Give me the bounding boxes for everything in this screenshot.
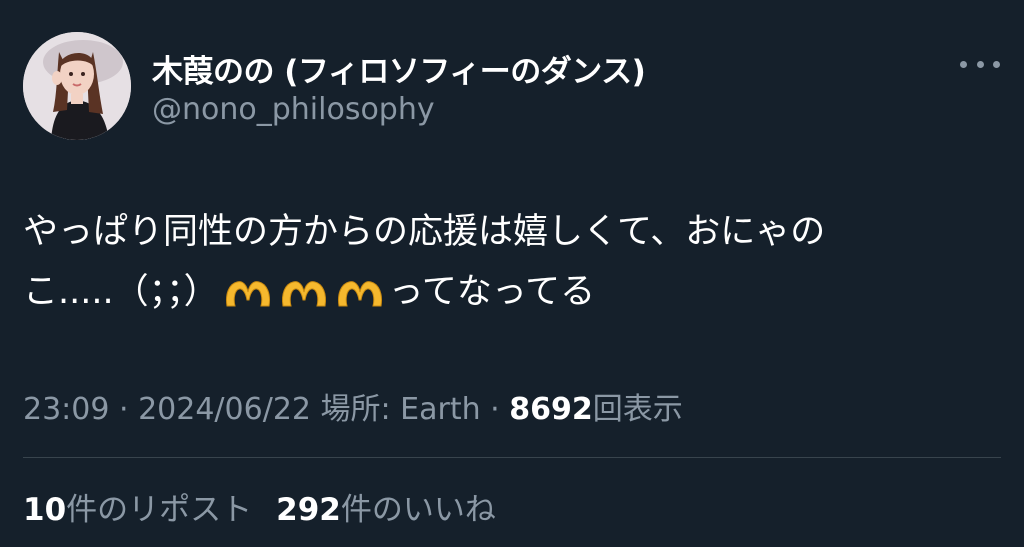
meta-separator: · [480,392,510,427]
more-dot [960,60,967,68]
views-count: 8692 [509,392,593,427]
engagement-stats: 10件のリポスト 292件のいいね [23,484,496,529]
display-name[interactable]: 木葭のの (フィロソフィーのダンス) [152,46,646,91]
tweet-text: やっぱり同性の方からの応援は嬉しくて、おにゃの こ.....（；；） ってなって… [23,202,983,322]
tweet-date[interactable]: 2024/06/22 [138,392,311,427]
likes-link[interactable]: 292件のいいね [276,492,496,528]
avatar-image [23,32,131,140]
likes-label: 件のいいね [340,492,496,528]
tweet-text-line-1: やっぱり同性の方からの応援は嬉しくて、おにゃの [23,212,826,252]
tweet-location: 場所: Earth [311,392,481,427]
divider [23,457,1001,458]
tweet-text-line-2: こ.....（；；） ってなってる [23,262,983,322]
more-options-icon[interactable] [960,52,1000,76]
heart-hands-icon [337,281,382,307]
heart-hands-icon [281,281,326,307]
likes-count: 292 [276,492,341,528]
reposts-label: 件のリポスト [66,492,253,528]
tweet-time[interactable]: 23:09 [23,392,109,427]
meta-separator: · [109,392,139,427]
reposts-count: 10 [23,492,67,528]
avatar[interactable] [23,32,131,140]
tweet-detail: 木葭のの (フィロソフィーのダンス) @nono_philosophy やっぱり… [0,0,1024,547]
tweet-text-line-2-suffix: ってなってる [388,272,596,312]
emoji-group [223,276,385,310]
more-dot [976,60,984,68]
views-label: 回表示 [592,392,683,427]
tweet-text-line-2-prefix: こ.....（；；） [23,272,219,312]
more-dot [993,60,1000,68]
heart-hands-icon [225,281,270,307]
reposts-link[interactable]: 10件のリポスト [23,492,252,528]
tweet-meta: 23:09 · 2024/06/22 場所: Earth · 8692回表示 [23,384,683,428]
user-handle[interactable]: @nono_philosophy [152,92,435,127]
